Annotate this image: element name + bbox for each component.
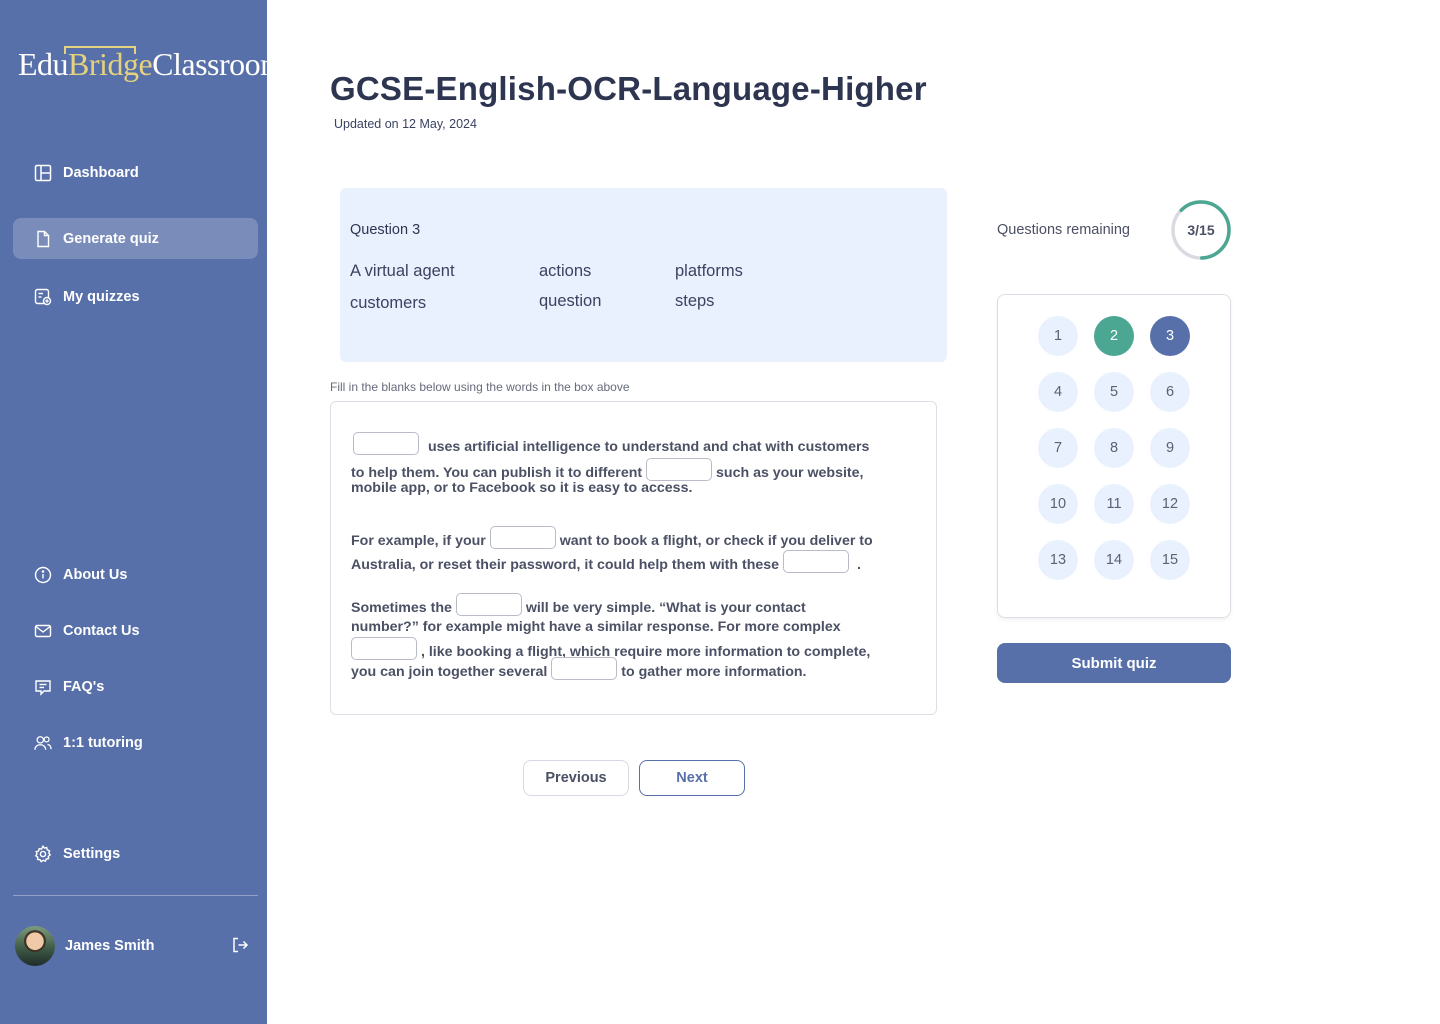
word-option: actions xyxy=(539,262,592,280)
sidebar: Edu BridgeClassroom Dashboard Generate qu… xyxy=(0,0,285,1024)
blank-input-2[interactable] xyxy=(646,458,713,481)
question-number-13[interactable]: 13 xyxy=(1038,540,1078,580)
fill-in-passage: uses artificial intelligence to understa… xyxy=(330,401,937,715)
quiz-icon xyxy=(34,288,52,306)
question-number-14[interactable]: 14 xyxy=(1094,540,1134,580)
brand-part-3: Classroom xyxy=(152,46,285,82)
document-icon xyxy=(34,230,52,248)
question-number-7[interactable]: 7 xyxy=(1038,428,1078,468)
nav-contact-us[interactable]: Contact Us xyxy=(13,610,258,651)
passage-line: uses artificial intelligence to understa… xyxy=(353,432,869,455)
word-option: steps xyxy=(675,292,715,310)
sidebar-divider xyxy=(13,895,258,896)
passage-line: you can join together several to gather … xyxy=(351,657,806,680)
passage-text: Sometimes the xyxy=(351,600,452,616)
nav-generate-quiz-label: Generate quiz xyxy=(63,230,159,247)
nav-faqs[interactable]: FAQ's xyxy=(13,666,258,707)
question-number-10[interactable]: 10 xyxy=(1038,484,1078,524)
passage-line: mobile app, or to Facebook so it is easy… xyxy=(351,480,692,496)
word-option: platforms xyxy=(675,262,743,280)
question-number-3[interactable]: 3 xyxy=(1150,316,1190,356)
nav-dashboard[interactable]: Dashboard xyxy=(13,152,258,193)
nav-tutoring[interactable]: 1:1 tutoring xyxy=(13,722,258,763)
question-number-6[interactable]: 6 xyxy=(1150,372,1190,412)
passage-text: will be very simple. “What is your conta… xyxy=(525,600,806,616)
blank-input-4[interactable] xyxy=(783,550,850,573)
brand-part-1: Edu xyxy=(18,46,69,82)
user-name: James Smith xyxy=(65,938,155,954)
progress-count: 3/15 xyxy=(1187,222,1215,238)
passage-text: number?” for example might have a simila… xyxy=(351,619,841,635)
passage-line: Sometimes the will be very simple. “What… xyxy=(351,593,806,616)
question-navigator: 1 2 3 4 5 6 7 8 9 10 11 12 13 14 15 xyxy=(997,294,1231,618)
mail-icon xyxy=(34,622,52,640)
avatar xyxy=(15,926,55,966)
blank-input-3[interactable] xyxy=(489,526,556,549)
nav-dashboard-label: Dashboard xyxy=(63,164,139,181)
question-label: Question 3 xyxy=(350,222,421,238)
passage-text: uses artificial intelligence to understa… xyxy=(427,439,870,455)
brand-part-2: Bridge xyxy=(64,46,153,82)
gear-icon xyxy=(34,844,52,863)
users-icon xyxy=(34,734,52,752)
passage-line: For example, if your want to book a flig… xyxy=(351,526,873,549)
question-number-4[interactable]: 4 xyxy=(1038,372,1078,412)
word-option: A virtual agent xyxy=(350,262,455,280)
nav-contact-us-label: Contact Us xyxy=(63,622,140,639)
passage-text: For example, if your xyxy=(351,533,486,549)
passage-line: Australia, or reset their password, it c… xyxy=(351,550,861,573)
blank-input-5[interactable] xyxy=(455,593,522,616)
logout-icon[interactable] xyxy=(231,936,249,959)
passage-text: you can join together several xyxy=(351,664,548,680)
blank-input-7[interactable] xyxy=(551,657,618,680)
word-option: customers xyxy=(350,294,427,312)
user-profile[interactable]: James Smith xyxy=(15,926,255,966)
logo-roof-icon xyxy=(64,46,137,54)
question-number-11[interactable]: 11 xyxy=(1094,484,1134,524)
nav-tutoring-label: 1:1 tutoring xyxy=(63,734,143,751)
nav-faqs-label: FAQ's xyxy=(63,678,105,695)
nav-about-us-label: About Us xyxy=(63,566,128,583)
passage-text: want to book a flight, or check if you d… xyxy=(559,533,873,549)
question-number-5[interactable]: 5 xyxy=(1094,372,1134,412)
question-word-box: Question 3 A virtual agent actions platf… xyxy=(340,188,947,362)
question-number-1[interactable]: 1 xyxy=(1038,316,1078,356)
question-number-9[interactable]: 9 xyxy=(1150,428,1190,468)
passage-text: such as your website, xyxy=(716,465,864,481)
question-number-8[interactable]: 8 xyxy=(1094,428,1134,468)
word-option: question xyxy=(539,292,602,310)
passage-text: mobile app, or to Facebook so it is easy… xyxy=(351,480,693,496)
nav-my-quizzes[interactable]: My quizzes xyxy=(13,276,258,317)
blank-input-1[interactable] xyxy=(353,432,419,455)
passage-line: number?” for example might have a simila… xyxy=(351,619,841,635)
brand-logo[interactable]: Edu BridgeClassroom xyxy=(18,46,285,83)
nav-my-quizzes-label: My quizzes xyxy=(63,288,140,305)
passage-text: Australia, or reset their password, it c… xyxy=(351,557,780,573)
question-number-12[interactable]: 12 xyxy=(1150,484,1190,524)
previous-button[interactable]: Previous xyxy=(523,760,629,796)
passage-text: . xyxy=(856,557,861,573)
submit-quiz-button[interactable]: Submit quiz xyxy=(997,643,1231,683)
question-number-2[interactable]: 2 xyxy=(1094,316,1134,356)
passage-text: to help them. You can publish it to diff… xyxy=(351,465,643,481)
instructions: Fill in the blanks below using the words… xyxy=(330,380,630,394)
questions-remaining-label: Questions remaining xyxy=(997,222,1130,238)
next-button[interactable]: Next xyxy=(639,760,745,796)
page-title: GCSE-English-OCR-Language-Higher xyxy=(330,70,927,107)
nav-generate-quiz[interactable]: Generate quiz xyxy=(13,218,258,259)
nav-settings[interactable]: Settings xyxy=(13,833,258,874)
question-number-15[interactable]: 15 xyxy=(1150,540,1190,580)
passage-line: to help them. You can publish it to diff… xyxy=(351,458,863,481)
nav-settings-label: Settings xyxy=(63,845,121,862)
info-icon xyxy=(34,566,52,584)
passage-text: to gather more information. xyxy=(621,664,807,680)
layout-icon xyxy=(34,164,52,182)
updated-date: Updated on 12 May, 2024 xyxy=(334,117,477,131)
nav-about-us[interactable]: About Us xyxy=(13,554,258,595)
chat-icon xyxy=(34,678,52,696)
